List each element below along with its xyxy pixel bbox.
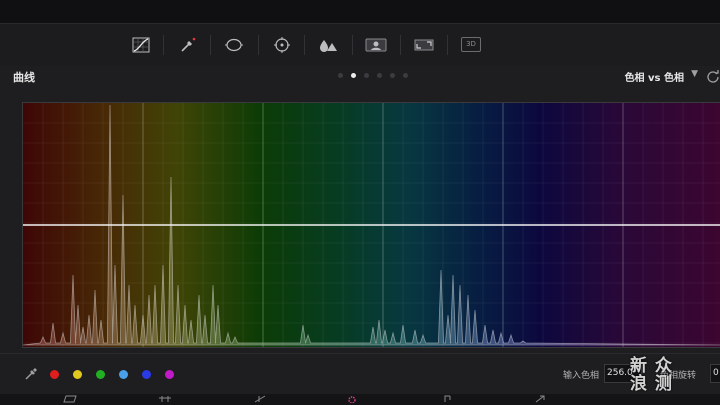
magenta-swatch[interactable] <box>165 370 174 379</box>
fusion-page-icon[interactable] <box>253 395 267 403</box>
cut-page-icon[interactable] <box>158 395 172 403</box>
media-page-icon[interactable] <box>63 395 77 403</box>
red-swatch[interactable] <box>50 370 59 379</box>
curves-header: 曲线 色相 vs 色相 ▼ <box>0 66 720 86</box>
deliver-page-icon[interactable] <box>533 395 547 403</box>
color-toolbar: 3D <box>0 23 720 67</box>
page-dot[interactable] <box>377 73 382 78</box>
power-window-icon[interactable] <box>220 32 248 58</box>
page-dot-active[interactable] <box>351 73 356 78</box>
page-dots <box>338 73 408 78</box>
cyan-swatch[interactable] <box>119 370 128 379</box>
3d-icon[interactable]: 3D <box>461 37 481 52</box>
green-swatch[interactable] <box>96 370 105 379</box>
blue-swatch[interactable] <box>142 370 151 379</box>
top-bar <box>0 0 720 23</box>
blur-icon[interactable] <box>314 32 342 58</box>
page-dot[interactable] <box>403 73 408 78</box>
page-dot[interactable] <box>390 73 395 78</box>
hue-vs-hue-graph[interactable] <box>22 102 720 348</box>
curves-icon[interactable] <box>127 32 155 58</box>
watermark-logo: 新 众 浪 测 <box>630 357 720 393</box>
fairlight-page-icon[interactable] <box>440 395 454 403</box>
input-hue-label: 输入色相 <box>563 371 600 381</box>
eyedropper-icon[interactable] <box>174 32 202 58</box>
sizing-icon[interactable] <box>410 32 438 58</box>
curves-footer: 输入色相 256.0 色相旋转 0 <box>0 353 720 394</box>
panel-title: 曲线 <box>13 71 35 84</box>
page-nav-bar <box>0 394 720 405</box>
tracker-icon[interactable] <box>268 32 296 58</box>
watermark-line-2: 浪 测 <box>630 374 673 394</box>
curve-mode-dropdown[interactable]: 色相 vs 色相 <box>625 69 684 84</box>
watermark-line-1: 新 众 <box>630 356 673 376</box>
page-dot[interactable] <box>338 73 343 78</box>
chevron-down-icon[interactable]: ▼ <box>691 69 698 79</box>
graph-canvas[interactable] <box>23 103 720 347</box>
page-dot[interactable] <box>364 73 369 78</box>
yellow-swatch[interactable] <box>73 370 82 379</box>
eyedropper-icon[interactable] <box>24 367 38 381</box>
reset-icon[interactable] <box>706 69 720 83</box>
color-page-icon[interactable] <box>345 395 359 403</box>
key-icon[interactable] <box>362 32 390 58</box>
